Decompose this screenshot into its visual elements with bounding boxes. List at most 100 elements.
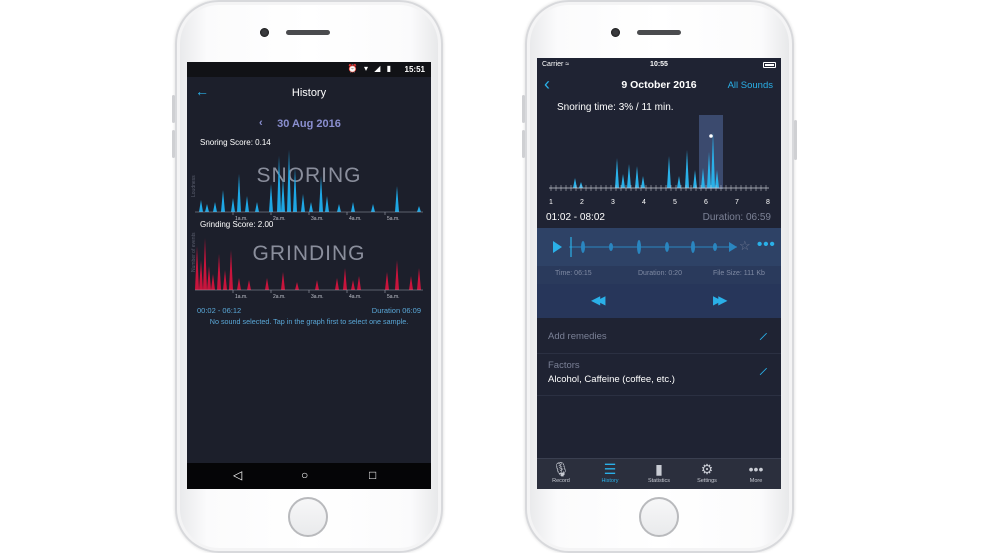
grinding-spike xyxy=(237,278,241,290)
grinding-spike xyxy=(265,278,269,290)
waveform-blip xyxy=(581,241,585,253)
status-bar: Carrier ≈ 10:55 xyxy=(537,58,781,72)
grinding-spike xyxy=(385,272,389,290)
grinding-spike xyxy=(229,250,233,290)
power-button xyxy=(794,120,797,160)
nav-back-icon[interactable]: ◁ xyxy=(233,468,242,482)
hour-tick-label: 2 xyxy=(580,199,584,206)
date-label: 30 Aug 2016 xyxy=(277,118,341,130)
grinding-spike xyxy=(223,270,227,290)
snoring-spike xyxy=(287,150,291,212)
snoring-bar xyxy=(573,178,577,188)
star-icon[interactable]: ☆ xyxy=(739,238,751,254)
status-bar: ⏰ ▾ ◢ ▮ 15:51 xyxy=(187,62,431,77)
waveform-blip xyxy=(637,240,641,254)
grinding-spike xyxy=(409,276,413,290)
more-icon: ••• xyxy=(748,461,764,477)
front-camera xyxy=(611,28,620,37)
snoring-spike xyxy=(301,194,305,212)
hour-tick-label: 4 xyxy=(642,199,646,206)
page-title: History xyxy=(291,87,327,99)
selected-point xyxy=(709,134,713,138)
play-icon[interactable] xyxy=(553,241,562,253)
volume-button xyxy=(522,130,525,158)
grinding-x-tick: 4a.m. xyxy=(349,294,362,300)
ios-screen: Carrier ≈ 10:55 ‹ 9 October 2016 All Sou… xyxy=(537,58,781,489)
factors-row[interactable]: Factors Alcohol, Caffeine (coffee, etc.)… xyxy=(537,354,781,396)
snoring-bar xyxy=(635,166,639,188)
grinding-chart[interactable]: 1a.m. 2a.m. 3a.m. 4a.m. 5a.m. xyxy=(187,220,431,302)
grinding-spike xyxy=(281,272,285,290)
snoring-spike xyxy=(205,204,209,212)
snoring-spike xyxy=(293,168,297,212)
forward-icon[interactable]: ▶▶ xyxy=(713,293,728,307)
grinding-spike xyxy=(207,266,211,290)
snoring-bar xyxy=(667,156,671,188)
sample-file-size: File Size: 111 Kb xyxy=(713,270,765,277)
home-button[interactable] xyxy=(288,497,328,537)
factors-value: Alcohol, Caffeine (coffee, etc.) xyxy=(548,374,675,385)
bar-chart-icon: ▮ xyxy=(655,461,663,477)
snoring-chart[interactable]: 1a.m. 2a.m. 3a.m. 4a.m. 5a.m. xyxy=(187,134,431,224)
grinding-x-tick: 2a.m. xyxy=(273,294,286,300)
hour-tick-label: 7 xyxy=(735,199,739,206)
snoring-spike xyxy=(213,202,217,212)
more-icon[interactable]: ••• xyxy=(757,236,776,253)
grinding-spike xyxy=(315,280,319,290)
snoring-spike xyxy=(231,198,235,212)
pencil-icon[interactable]: | xyxy=(759,367,769,377)
tab-settings[interactable]: ⚙ Settings xyxy=(683,461,731,484)
time-range: 01:02 - 08:02 xyxy=(546,212,605,223)
list-icon: ☰ xyxy=(603,461,617,477)
waveform[interactable] xyxy=(569,234,737,260)
nav-home-icon[interactable]: ○ xyxy=(301,468,308,482)
status-time: 10:55 xyxy=(650,61,668,68)
sound-player: ☆ ••• Time: 06:15 Duration: 0:20 File Si… xyxy=(537,228,781,318)
snoring-spike xyxy=(255,202,259,212)
add-remedies-row[interactable]: Add remedies | xyxy=(537,320,781,354)
hour-tick-label: 1 xyxy=(549,199,553,206)
sample-duration: Duration: 0:20 xyxy=(638,270,682,277)
pencil-icon[interactable]: | xyxy=(759,332,769,342)
snoring-timeline-chart[interactable]: 1 2 3 4 5 6 7 8 xyxy=(537,114,781,209)
snoring-bar xyxy=(693,170,697,188)
add-remedies-label: Add remedies xyxy=(548,331,607,342)
time-range: 00:02 - 06:12 xyxy=(197,306,242,315)
tab-more[interactable]: ••• More xyxy=(732,461,780,484)
snoring-bar xyxy=(615,158,619,188)
waveform-blip xyxy=(609,243,613,251)
rewind-icon[interactable]: ◀◀ xyxy=(591,293,606,307)
tab-history[interactable]: ☰ History xyxy=(586,461,634,484)
hour-tick-label: 5 xyxy=(673,199,677,206)
snoring-bar xyxy=(627,164,631,188)
grinding-x-tick: 1a.m. xyxy=(235,294,248,300)
snoring-bar xyxy=(677,176,681,188)
snoring-spike xyxy=(417,206,421,212)
grinding-spike xyxy=(343,268,347,290)
hour-tick-label: 6 xyxy=(704,199,708,206)
grinding-x-tick: 5a.m. xyxy=(387,294,400,300)
hour-tick-label: 8 xyxy=(766,199,770,206)
grinding-spike xyxy=(195,246,199,290)
snoring-spike xyxy=(245,196,249,212)
grinding-spike xyxy=(395,260,399,290)
grinding-spike xyxy=(335,278,339,290)
tab-statistics[interactable]: ▮ Statistics xyxy=(635,461,683,484)
chevron-left-icon[interactable]: ‹ xyxy=(259,117,263,129)
snoring-spike xyxy=(199,200,203,212)
date-selector[interactable]: ‹ 30 Aug 2016 xyxy=(187,117,431,130)
microphone-icon: 🎙︎ xyxy=(552,461,570,477)
snoring-spike xyxy=(221,190,225,212)
home-button[interactable] xyxy=(639,497,679,537)
snoring-bar xyxy=(621,174,625,188)
nav-recents-icon[interactable]: □ xyxy=(369,468,376,482)
battery-icon xyxy=(763,62,776,68)
android-screen: ⏰ ▾ ◢ ▮ 15:51 ← History ‹ 30 Aug 2016 Sn… xyxy=(187,62,431,489)
grinding-spike xyxy=(247,280,251,290)
snoring-spike xyxy=(277,156,281,212)
grinding-spike xyxy=(357,276,361,290)
tab-record[interactable]: 🎙︎ Record xyxy=(537,461,585,484)
all-sounds-link[interactable]: All Sounds xyxy=(728,80,773,91)
android-nav-bar: ◁ ○ □ xyxy=(187,463,431,489)
grinding-spike xyxy=(203,238,207,290)
